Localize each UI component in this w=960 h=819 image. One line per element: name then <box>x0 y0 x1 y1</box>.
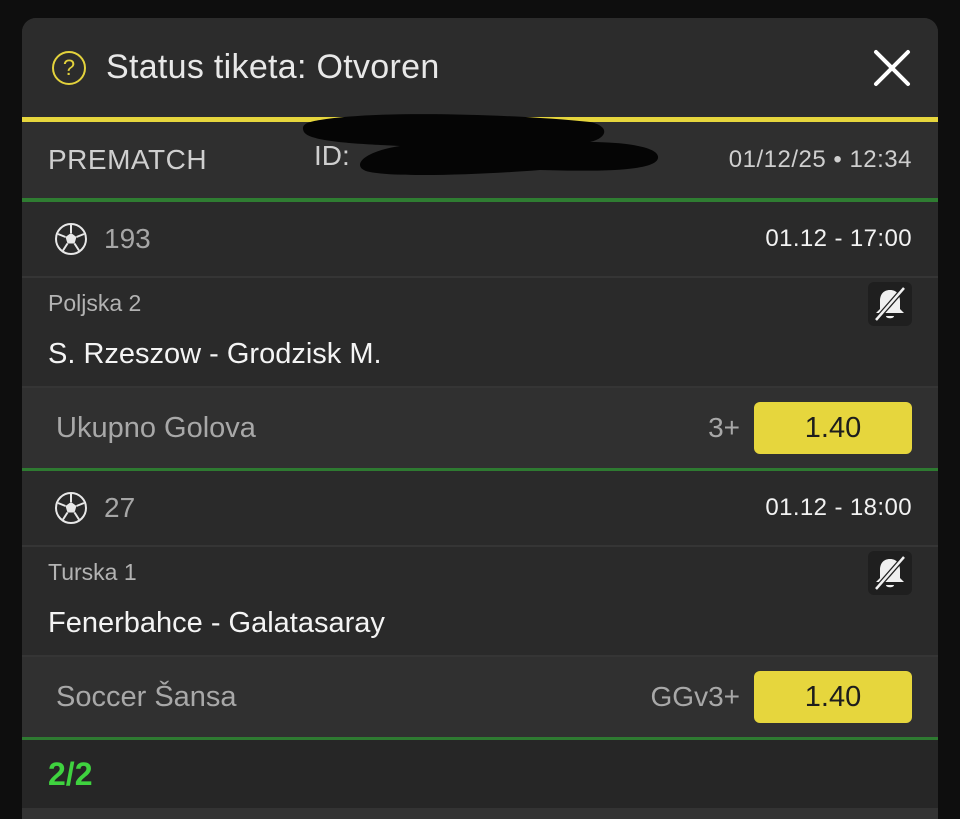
close-icon[interactable] <box>872 48 912 88</box>
event-time: 01.12 - 18:00 <box>765 494 912 521</box>
event-code: 27 <box>104 492 136 523</box>
market-name: Ukupno Golova <box>56 411 256 444</box>
event-code: 193 <box>104 223 151 254</box>
modal-header: ? Status tiketa: Otvoren <box>22 18 938 117</box>
market-name: Soccer Šansa <box>56 680 237 713</box>
event-time: 01.12 - 17:00 <box>765 225 912 252</box>
soccer-ball-icon <box>55 492 87 524</box>
event-count: 2/2 <box>48 755 93 792</box>
ticket-type: PREMATCH <box>48 144 208 175</box>
ticket-info-bar: PREMATCH ID: 01/12/25 • 12:34 <box>22 114 938 198</box>
event-card: 27 01.12 - 18:00 Turska 1 Fenerbahce - G… <box>22 471 938 737</box>
ticket-footer: 2/2 <box>22 740 938 808</box>
league-name: Poljska 2 <box>48 290 142 316</box>
soccer-ball-icon <box>55 223 87 255</box>
event-header: 193 01.12 - 17:00 <box>22 202 938 278</box>
odd-button[interactable]: 1.40 <box>754 402 912 454</box>
bell-off-icon[interactable] <box>868 551 912 595</box>
odd-button[interactable]: 1.40 <box>754 671 912 723</box>
pick-value: GGv3+ <box>650 681 740 712</box>
event-body: Poljska 2 S. Rzeszow - Grodzisk M. <box>22 278 938 388</box>
event-card: 193 01.12 - 17:00 Poljska 2 S. Rzeszow -… <box>22 202 938 468</box>
match-name: Fenerbahce - Galatasaray <box>48 607 385 639</box>
help-icon[interactable]: ? <box>52 50 86 85</box>
ticket-modal: ? Status tiketa: Otvoren PREMATCH ID: 01… <box>22 18 938 819</box>
footer-bottom-bar <box>22 808 938 819</box>
match-name: S. Rzeszow - Grodzisk M. <box>48 338 382 370</box>
redaction-mark <box>302 114 659 176</box>
pick-value: 3+ <box>708 412 740 443</box>
selection-row: Ukupno Golova 3+ 1.40 <box>22 388 938 468</box>
ticket-date: 01/12/25 • 12:34 <box>728 146 912 173</box>
selection-row: Soccer Šansa GGv3+ 1.40 <box>22 657 938 737</box>
event-body: Turska 1 Fenerbahce - Galatasaray <box>22 547 938 657</box>
event-header: 27 01.12 - 18:00 <box>22 471 938 547</box>
bell-off-icon[interactable] <box>868 282 912 326</box>
league-name: Turska 1 <box>48 559 137 585</box>
ticket-status-title: Status tiketa: Otvoren <box>106 48 440 86</box>
